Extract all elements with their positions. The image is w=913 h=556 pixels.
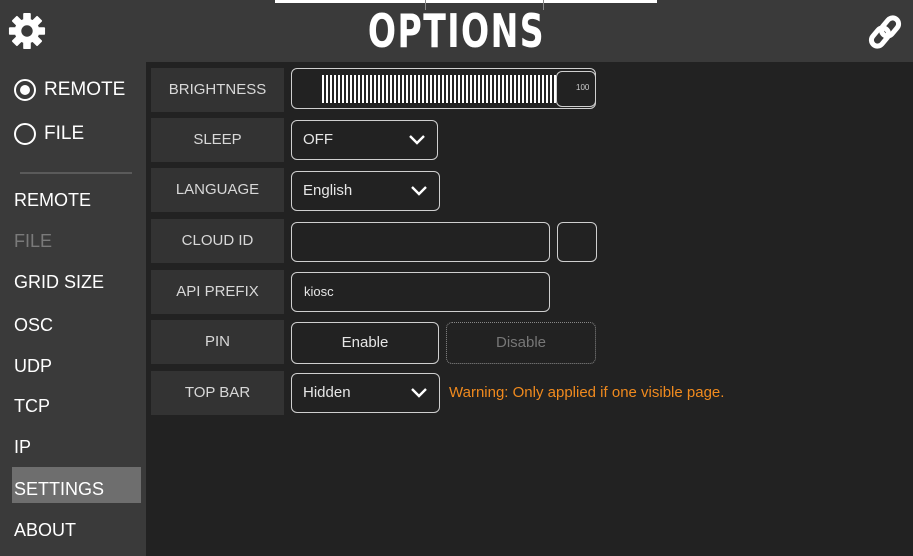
sidebar-item-remote[interactable]: REMOTE <box>12 183 141 217</box>
api-prefix-label: API PREFIX <box>151 270 284 314</box>
sidebar-item-settings[interactable]: SETTINGS <box>12 467 141 503</box>
pin-disable-button: Disable <box>446 322 596 364</box>
sidebar-divider <box>20 172 132 174</box>
page-title: OPTIONS <box>367 4 546 58</box>
chevron-down-icon <box>411 186 427 196</box>
top-bar-select-value: Hidden <box>303 384 351 401</box>
sidebar-item-about[interactable]: ABOUT <box>12 513 141 547</box>
chevron-down-icon <box>411 388 427 398</box>
sidebar: REMOTE FILE REMOTE FILE GRID SIZE OSC UD… <box>0 62 146 556</box>
top-bar-select[interactable]: Hidden <box>291 373 440 413</box>
chevron-down-icon <box>409 135 425 145</box>
sidebar-item-file: FILE <box>14 231 53 251</box>
link-icon[interactable] <box>866 14 906 50</box>
language-select-value: English <box>303 182 353 199</box>
brightness-slider-track <box>322 75 557 103</box>
top-bar-warning: Warning: Only applied if one visible pag… <box>449 384 725 401</box>
sleep-select-value: OFF <box>303 131 333 148</box>
pin-enable-button[interactable]: Enable <box>291 322 439 364</box>
language-select[interactable]: English <box>291 171 440 211</box>
sidebar-item-grid-size[interactable]: GRID SIZE <box>12 265 141 299</box>
sleep-select[interactable]: OFF <box>291 120 438 160</box>
brightness-value: 100 <box>576 83 590 92</box>
sidebar-item-ip[interactable]: IP <box>12 430 141 464</box>
cloud-id-label: CLOUD ID <box>151 219 284 263</box>
brightness-slider[interactable]: 100 <box>291 68 596 109</box>
sidebar-item-udp[interactable]: UDP <box>12 349 141 383</box>
api-prefix-input[interactable]: kiosc <box>291 272 550 312</box>
gear-icon[interactable] <box>8 12 46 50</box>
language-label: LANGUAGE <box>151 168 284 212</box>
radio-selected-icon <box>14 79 36 101</box>
top-bar-label: TOP BAR <box>151 371 284 415</box>
header-bar: OPTIONS <box>0 0 913 62</box>
sidebar-item-osc[interactable]: OSC <box>12 308 141 342</box>
radio-file[interactable]: FILE <box>14 118 84 150</box>
radio-remote[interactable]: REMOTE <box>14 74 125 106</box>
sidebar-item-tcp[interactable]: TCP <box>12 389 141 423</box>
cloud-id-action-button[interactable] <box>557 222 597 262</box>
radio-remote-label: REMOTE <box>44 79 126 100</box>
pin-label: PIN <box>151 320 284 364</box>
sleep-label: SLEEP <box>151 118 284 162</box>
radio-unselected-icon <box>14 123 36 145</box>
radio-file-label: FILE <box>44 123 85 144</box>
cloud-id-input[interactable] <box>291 222 550 262</box>
brightness-label: BRIGHTNESS <box>151 68 284 112</box>
